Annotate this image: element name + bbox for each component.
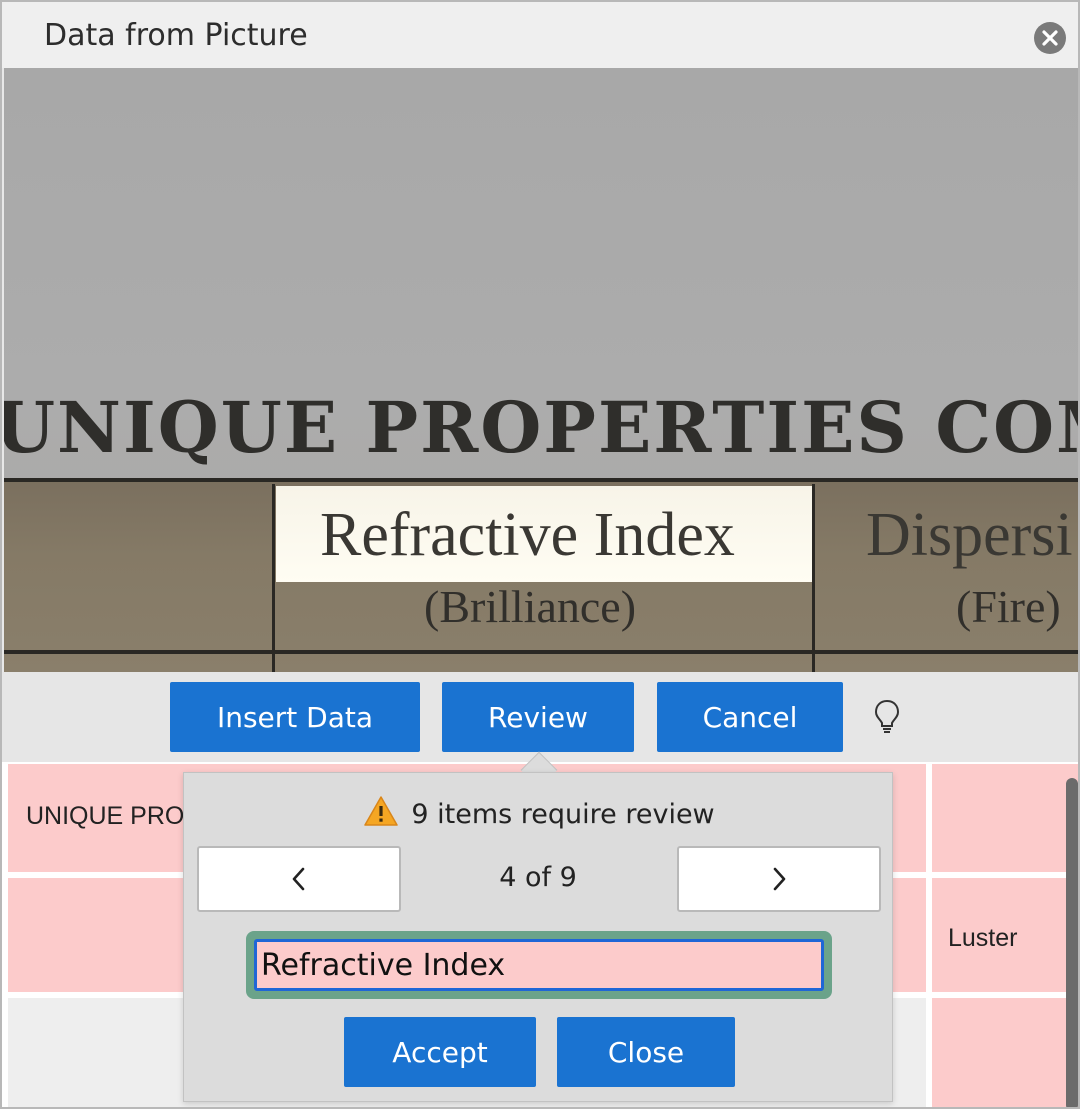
close-button[interactable]: Close [557,1017,735,1087]
grid-scrollbar[interactable] [1066,778,1078,1107]
next-item-button[interactable] [677,846,881,912]
data-from-picture-dialog: Data from Picture UNIQUE PROPERTIES COMP… [0,0,1080,1109]
warning-icon [363,795,399,834]
chevron-left-icon [292,867,305,891]
insert-data-button[interactable]: Insert Data [170,682,420,752]
grid-cell[interactable] [932,764,1078,872]
photo-col1-title: Refractive Index [320,501,735,569]
grid-cell-text: Luster [948,924,1018,952]
review-message: 9 items require review [411,799,715,830]
photo-col1-subtitle: (Brilliance) [424,581,637,632]
review-status: 9 items require review [184,795,894,834]
accept-button[interactable]: Accept [344,1017,536,1087]
action-toolbar: Insert Data Review Cancel [2,672,1078,762]
review-field-focus-ring [246,931,832,999]
photo-headline-text: UNIQUE PROPERTIES COMPAR [4,386,1078,469]
cancel-button[interactable]: Cancel [657,682,843,752]
title-bar: Data from Picture [2,2,1078,68]
review-popover: 9 items require review 4 of 9 Accept Clo… [183,772,893,1102]
chevron-right-icon [773,867,786,891]
grid-cell[interactable] [932,998,1078,1107]
photo-col2-subtitle: (Fire) [956,581,1061,632]
review-counter: 4 of 9 [499,862,577,893]
photo-table-divider [812,484,815,672]
grid-cell-text: UNIQUE PRO [26,802,185,830]
dialog-title: Data from Picture [44,18,308,53]
previous-item-button[interactable] [197,846,401,912]
lightbulb-icon[interactable] [872,698,902,741]
review-value-input[interactable] [254,939,824,991]
close-icon[interactable] [1034,22,1066,54]
photo-table-rule [4,650,1078,654]
photo-table-rule [4,478,1078,482]
photo-col2-title: Dispersi [866,501,1073,569]
photo-table-divider [272,484,275,672]
review-button[interactable]: Review [442,682,634,752]
captured-picture: UNIQUE PROPERTIES COMPAR Refractive Inde… [4,68,1078,672]
